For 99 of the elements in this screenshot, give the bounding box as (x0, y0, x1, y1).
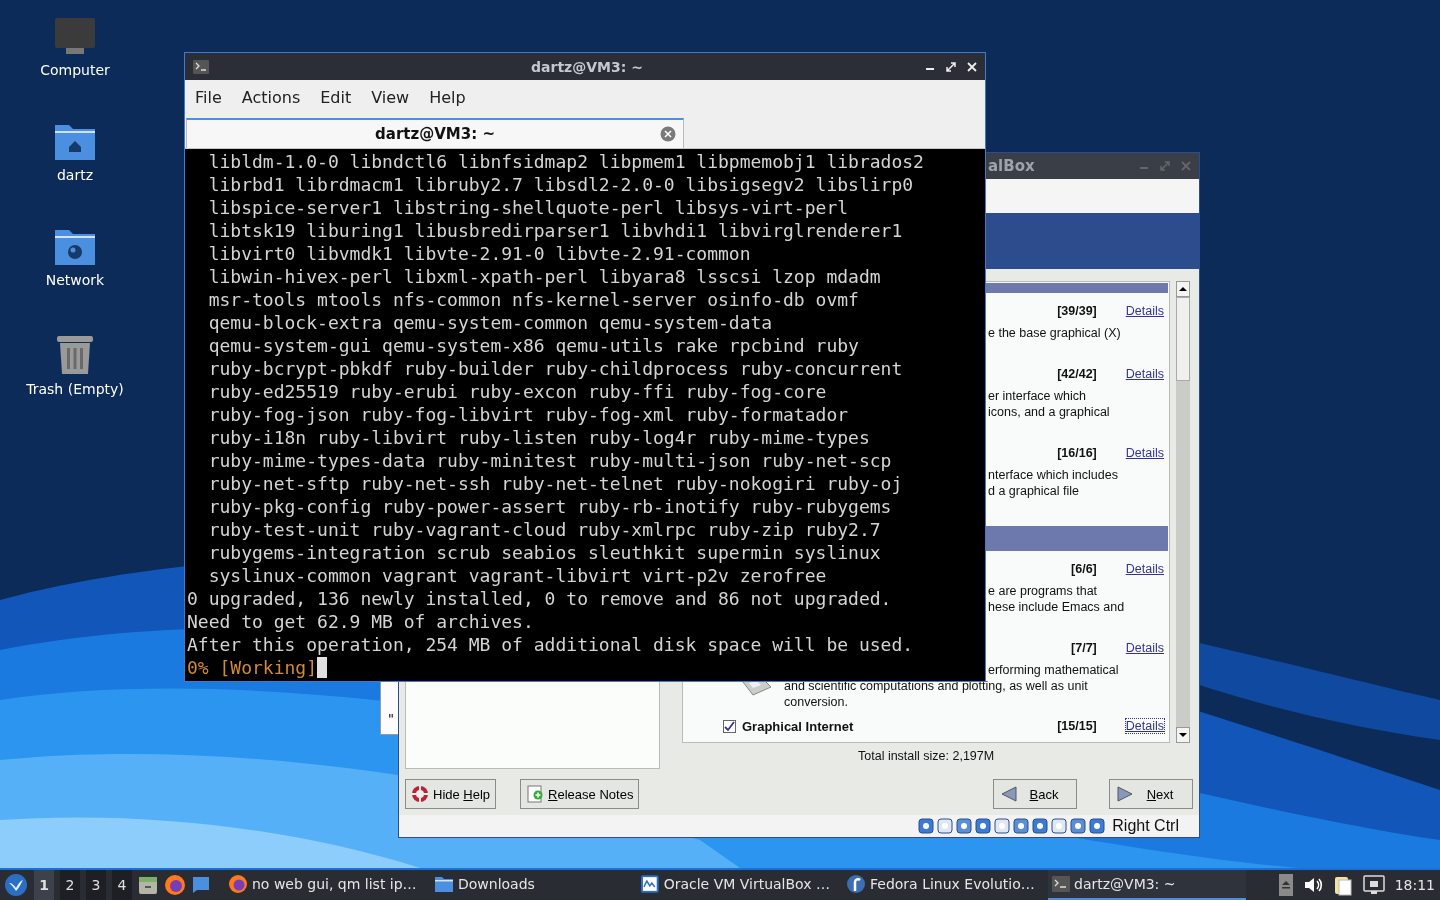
text-cursor (317, 657, 328, 678)
file-cabinet-icon[interactable] (138, 875, 158, 895)
window-title: dartz@VM3: ~ (530, 58, 643, 75)
output-line: qemu-block-extra qemu-system-common qemu-system-data (207, 311, 773, 334)
menu-item[interactable]: File (185, 88, 232, 107)
window-text: " (388, 711, 394, 726)
release-notes-button[interactable]: Release Notes (520, 779, 640, 809)
package-count: [7/7] (1071, 641, 1097, 655)
group-description: hese include Emacs and (988, 599, 1125, 615)
terminal-icon (193, 59, 209, 74)
icon-label[interactable]: dartz (56, 167, 94, 183)
details-link[interactable]: Details (1125, 304, 1164, 318)
output-line: msr-tools mtools nfs-common nfs-kernel-server osinfo-db ovmf (207, 288, 859, 311)
scroll-down-icon[interactable] (1176, 727, 1190, 743)
task-button[interactable]: dartz@VM3: ~ (1048, 870, 1246, 900)
output-line: ruby-net-sftp ruby-net-ssh ruby-net-telnet ruby-nokogiri ruby-oj (207, 472, 903, 495)
group-description: er interface which (988, 388, 1086, 404)
output-line: ruby-fog-json ruby-fog-libvirt ruby-fog-xml ruby-formatador (207, 403, 849, 426)
output-line: libspice-server1 libstring-shellquote-perl libsys-virt-perl (207, 196, 849, 219)
output-line: ruby-bcrypt-pbkdf ruby-builder ruby-childprocess ruby-concurrent (207, 357, 903, 380)
tab[interactable]: dartz@VM3: ~ (186, 118, 684, 148)
package-count: [16/16] (1057, 446, 1097, 460)
menu-item[interactable]: Help (419, 88, 476, 107)
trash-icon[interactable] (56, 333, 94, 375)
scroll-up-icon[interactable] (1176, 281, 1190, 297)
group-description: and scientific computations and plotting, as well as unit (784, 678, 1088, 694)
output-line: ruby-ed25519 ruby-erubi ruby-excon ruby-ffi ruby-fog-core (207, 380, 827, 403)
output-line: ruby-mime-types-data ruby-minitest ruby-multi-json ruby-net-scp (207, 449, 892, 472)
package-count: [6/6] (1071, 562, 1097, 576)
monitor-icon[interactable] (54, 18, 96, 56)
group-description: d a graphical file (988, 483, 1080, 499)
icon-label[interactable]: Trash (Empty) (26, 381, 124, 397)
left-arrow-icon (1000, 786, 1018, 802)
details-link[interactable]: Details (1125, 446, 1164, 460)
hide-help-button[interactable]: Hide Help (405, 779, 497, 809)
monitor-icon (640, 874, 660, 894)
icon-label[interactable]: Computer (40, 62, 110, 78)
workspace-button[interactable]: 2 (60, 870, 80, 900)
lifebuoy-icon (411, 785, 429, 803)
group-description: conversion. (784, 694, 848, 710)
group-description: icons, and a graphical (988, 404, 1110, 420)
group-description: e are programs that (988, 583, 1098, 599)
package-count: [39/39] (1057, 304, 1097, 318)
details-link[interactable]: Details (1125, 562, 1164, 576)
browser-icon (228, 874, 248, 894)
checkbox[interactable] (723, 719, 736, 733)
terminal-icon (1052, 876, 1070, 892)
clock: 18:11 (1394, 877, 1435, 893)
progress-line: 0% [Working] (187, 656, 318, 679)
scroll-thumb[interactable] (1176, 297, 1190, 381)
document-plus-icon (526, 785, 545, 803)
back-button[interactable]: Back (993, 779, 1077, 809)
details-link[interactable]: Details (1125, 719, 1164, 733)
menu-item[interactable]: Actions (231, 88, 311, 107)
next-button[interactable]: Next (1109, 779, 1193, 809)
workspace-button[interactable]: 4 (112, 870, 132, 900)
menu-item[interactable]: View (361, 88, 420, 107)
output-line: qemu-system-gui qemu-system-x86 qemu-utils rake rpcbind ruby (207, 334, 859, 357)
browser-icon[interactable] (164, 874, 186, 896)
task-button[interactable]: Oracle VM VirtualBox … (636, 870, 834, 900)
output-line: Need to get 62.9 MB of archives. (187, 610, 534, 633)
menu-item[interactable]: Edit (310, 88, 362, 107)
right-arrow-icon (1116, 786, 1134, 802)
output-line: ruby-pkg-config ruby-power-assert ruby-rb-inotify ruby-rubygems (207, 495, 892, 518)
group-description: erforming mathematical (988, 662, 1119, 678)
chat-icon[interactable] (192, 876, 210, 894)
install-size: Total install size: 2,197M (857, 748, 996, 765)
window-title: alBox (988, 157, 1035, 175)
task-button[interactable]: no web gui, qm list ip… (224, 870, 422, 900)
output-line: syslinux-common vagrant vagrant-libvirt virt-p2v zerofree (207, 564, 827, 587)
output-line: ruby-test-unit ruby-vagrant-cloud ruby-xmlrpc ruby-zip ruby2.7 (207, 518, 881, 541)
network-folder-icon[interactable] (54, 228, 96, 266)
output-line: libwin-hivex-perl libxml-xpath-perl libyara8 lsscsi lzop mdadm (207, 265, 881, 288)
group-description: e the base graphical (X) (988, 325, 1121, 341)
output-line: librbd1 librdmacm1 libruby2.7 libsdl2-2.0-0 libsigsegv2 libslirp0 (207, 173, 914, 196)
task-button[interactable]: Downloads (430, 870, 628, 900)
scrollbar[interactable] (1176, 281, 1190, 743)
workspace-button[interactable]: 1 (34, 870, 54, 900)
group-name: Graphical Internet (742, 718, 854, 734)
task-button[interactable]: Fedora Linux Evolutio… (842, 870, 1040, 900)
details-link[interactable]: Details (1125, 641, 1164, 655)
group-description: nterface which includes (988, 467, 1118, 483)
output-line: libtsk19 liburing1 libusbredirparser1 libvhdi1 libvirglrenderer1 (207, 219, 903, 242)
workspace-button[interactable]: 3 (86, 870, 106, 900)
output-line: rubygems-integration scrub seabios sleuthkit supermin syslinux (207, 541, 881, 564)
output-line: libvirt0 libvmdk1 libvte-2.91-0 libvte-2.91-common (207, 242, 751, 265)
eject-icon[interactable] (1278, 874, 1293, 896)
output-line: 0 upgraded, 136 newly installed, 0 to remove and 86 not upgraded. (187, 587, 892, 610)
package-count: [42/42] (1057, 367, 1097, 381)
volume-icon[interactable] (1302, 876, 1323, 894)
host-key-label: Right Ctrl (1112, 817, 1179, 835)
package-count: [15/15] (1057, 719, 1097, 733)
output-line: libldm-1.0-0 libndctl6 libnfsidmap2 libpmem1 libpmemobj1 librados2 (207, 150, 924, 173)
icon-label[interactable]: Network (45, 272, 105, 288)
details-link[interactable]: Details (1125, 367, 1164, 381)
home-folder-icon[interactable] (54, 123, 96, 161)
clipboard-icon[interactable] (1332, 874, 1353, 896)
output-line: ruby-i18n ruby-libvirt ruby-listen ruby-log4r ruby-mime-types (207, 426, 870, 449)
output-line: After this operation, 254 MB of additional disk space will be used. (187, 633, 914, 656)
